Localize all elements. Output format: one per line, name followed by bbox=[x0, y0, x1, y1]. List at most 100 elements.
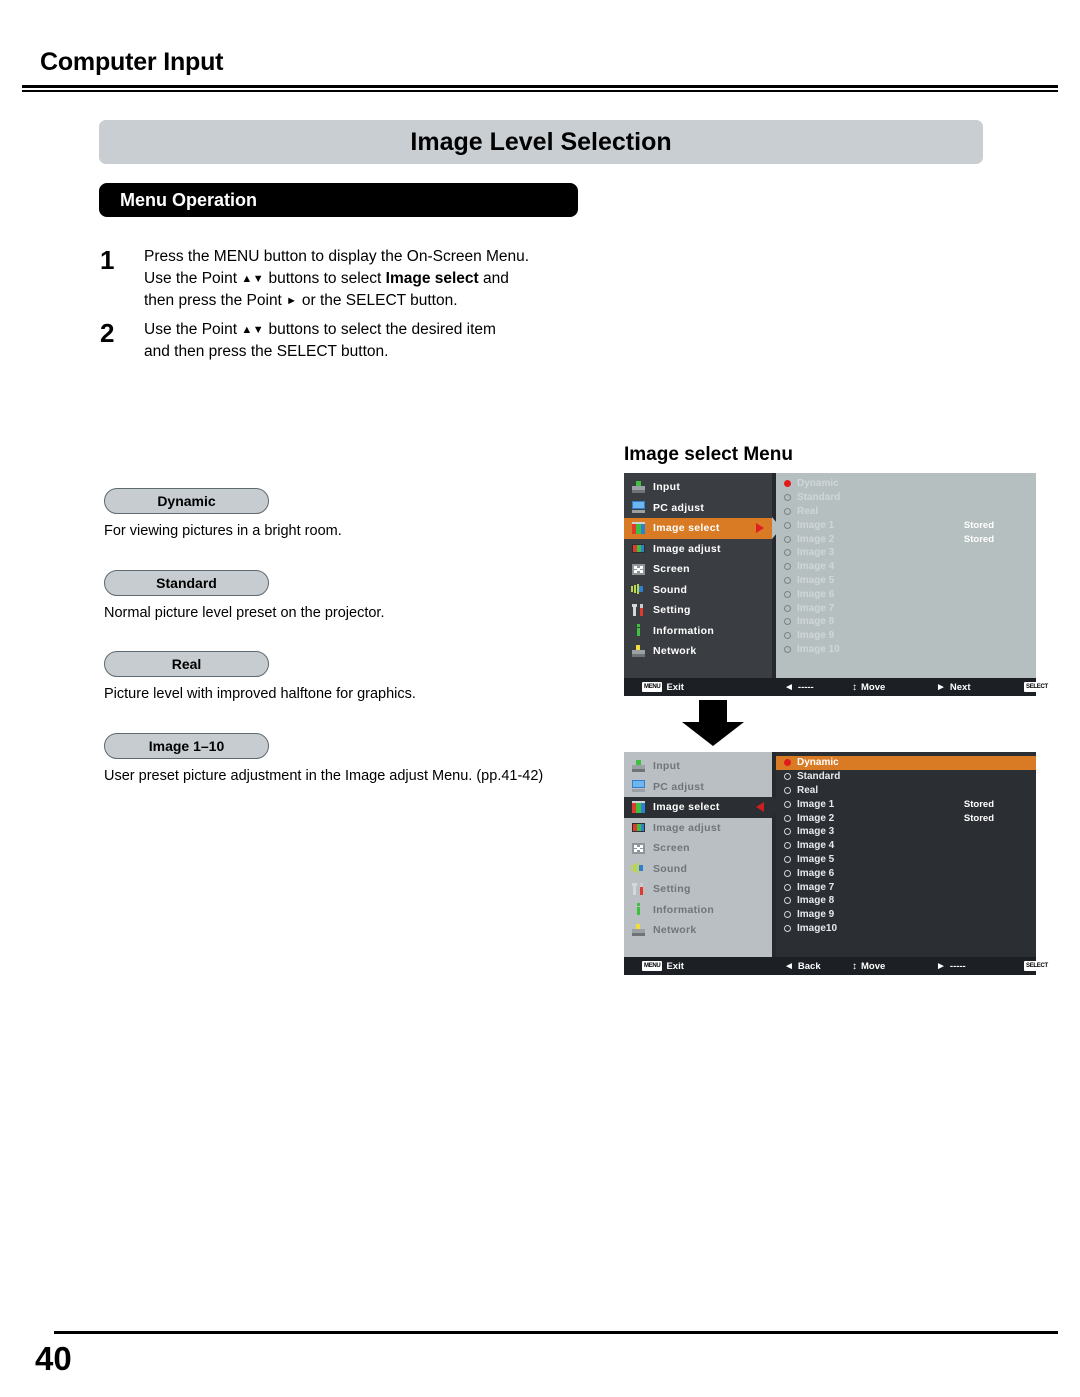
definition-pill-dynamic: Dynamic bbox=[104, 488, 269, 514]
radio-button-icon[interactable] bbox=[784, 759, 791, 767]
radio-button-icon[interactable] bbox=[784, 521, 791, 529]
sidebar-item-pc-adjust[interactable]: PC adjust bbox=[624, 777, 772, 798]
selection-notch bbox=[772, 517, 781, 539]
radio-button-icon[interactable] bbox=[784, 924, 791, 932]
radio-button-icon[interactable] bbox=[784, 855, 791, 863]
radio-button-icon[interactable] bbox=[784, 869, 791, 877]
definition-label: Image 1–10 bbox=[148, 737, 225, 754]
radio-button-icon[interactable] bbox=[784, 535, 791, 543]
definition-description: Picture level with improved halftone for… bbox=[104, 686, 416, 703]
sidebar-item-network[interactable]: Network bbox=[624, 641, 772, 662]
sidebar-item-label: Image select bbox=[653, 522, 720, 535]
sidebar-item-setting[interactable]: Setting bbox=[624, 600, 772, 621]
status-label: Exit bbox=[666, 681, 684, 693]
option-row[interactable]: Image 4 bbox=[776, 560, 1036, 574]
option-label: Image 7 bbox=[797, 602, 835, 614]
osd-sidebar: Input PC adjust Image select Image adjust Sc… bbox=[624, 752, 772, 957]
option-row[interactable]: Image 8 bbox=[776, 615, 1036, 629]
sidebar-item-screen[interactable]: Screen bbox=[624, 559, 772, 580]
right-triangle-icon: ► bbox=[286, 295, 298, 307]
option-row[interactable]: Image 1 Stored bbox=[776, 518, 1036, 532]
step1-line2-post: and bbox=[478, 270, 509, 287]
osd-illustration-heading: Image select Menu bbox=[624, 444, 793, 465]
sidebar-item-label: Image adjust bbox=[653, 821, 721, 834]
option-row[interactable]: Image 10 bbox=[776, 643, 1036, 657]
radio-button-icon[interactable] bbox=[784, 494, 791, 502]
sidebar-item-image-select[interactable]: Image select bbox=[624, 797, 772, 818]
sidebar-item-image-select[interactable]: Image select bbox=[624, 518, 772, 539]
radio-button-icon[interactable] bbox=[784, 911, 791, 919]
sidebar-item-sound[interactable]: Sound bbox=[624, 580, 772, 601]
sidebar-item-information[interactable]: Information bbox=[624, 621, 772, 642]
sidebar-item-image-adjust[interactable]: Image adjust bbox=[624, 818, 772, 839]
step2-line1-post: buttons to select the desired item bbox=[264, 321, 496, 338]
option-row[interactable]: Image 4 bbox=[776, 839, 1036, 853]
radio-button-icon[interactable] bbox=[784, 645, 791, 653]
sidebar-item-label: Sound bbox=[653, 862, 688, 875]
option-row[interactable]: Image 9 bbox=[776, 908, 1036, 922]
option-label: Image 6 bbox=[797, 867, 835, 879]
option-row[interactable]: Image 6 bbox=[776, 587, 1036, 601]
option-row[interactable]: Image 8 bbox=[776, 894, 1036, 908]
option-label: Standard bbox=[797, 771, 841, 783]
radio-button-icon[interactable] bbox=[784, 786, 791, 794]
option-row[interactable]: Image 2 Stored bbox=[776, 811, 1036, 825]
sidebar-item-image-adjust[interactable]: Image adjust bbox=[624, 539, 772, 560]
sidebar-item-screen[interactable]: Screen bbox=[624, 838, 772, 859]
option-row[interactable]: Image 2 Stored bbox=[776, 532, 1036, 546]
radio-button-icon[interactable] bbox=[784, 549, 791, 557]
sidebar-item-network[interactable]: Network bbox=[624, 920, 772, 941]
option-row[interactable]: Dynamic bbox=[776, 756, 1036, 770]
radio-button-icon[interactable] bbox=[784, 618, 791, 626]
radio-button-icon[interactable] bbox=[784, 800, 791, 808]
option-row[interactable]: Image 3 bbox=[776, 546, 1036, 560]
sidebar-item-setting[interactable]: Setting bbox=[624, 879, 772, 900]
radio-button-icon[interactable] bbox=[784, 842, 791, 850]
sidebar-item-input[interactable]: Input bbox=[624, 477, 772, 498]
option-row[interactable]: Image 7 bbox=[776, 601, 1036, 615]
status-hint: ► Next bbox=[936, 682, 971, 693]
option-row[interactable]: Image 6 bbox=[776, 866, 1036, 880]
status-glyph-icon: ► bbox=[936, 960, 946, 972]
radio-button-icon[interactable] bbox=[784, 632, 791, 640]
option-row[interactable]: Standard bbox=[776, 770, 1036, 784]
sidebar-item-pc-adjust[interactable]: PC adjust bbox=[624, 498, 772, 519]
option-row[interactable]: Image 5 bbox=[776, 853, 1036, 867]
radio-button-icon[interactable] bbox=[784, 576, 791, 584]
status-hint: ↕ Move bbox=[852, 961, 885, 972]
subsection-title: Menu Operation bbox=[120, 189, 258, 210]
radio-button-icon[interactable] bbox=[784, 590, 791, 598]
option-row[interactable]: Real bbox=[776, 505, 1036, 519]
radio-button-icon[interactable] bbox=[784, 897, 791, 905]
option-row[interactable]: Image 3 bbox=[776, 825, 1036, 839]
step1-line2-bold: Image select bbox=[385, 270, 479, 287]
radio-button-icon[interactable] bbox=[784, 773, 791, 781]
osd-screenshot-step2: Input PC adjust Image select Image adjust Sc… bbox=[624, 752, 1080, 975]
radio-button-icon[interactable] bbox=[784, 828, 791, 836]
option-label: Image 4 bbox=[797, 561, 835, 573]
option-row[interactable]: Dynamic bbox=[776, 477, 1036, 491]
sidebar-item-input[interactable]: Input bbox=[624, 756, 772, 777]
option-row[interactable]: Image 9 bbox=[776, 629, 1036, 643]
option-row[interactable]: Real bbox=[776, 784, 1036, 798]
option-row[interactable]: Standard bbox=[776, 491, 1036, 505]
option-row[interactable]: Image 1 Stored bbox=[776, 797, 1036, 811]
option-label: Image 1 bbox=[797, 519, 835, 531]
step-item: 2 Use the Point ▲▼ buttons to select the… bbox=[100, 319, 600, 363]
option-row[interactable]: Image10 bbox=[776, 922, 1036, 936]
radio-button-icon[interactable] bbox=[784, 883, 791, 891]
sidebar-item-information[interactable]: Information bbox=[624, 900, 772, 921]
option-row[interactable]: Image 5 bbox=[776, 574, 1036, 588]
radio-button-icon[interactable] bbox=[784, 563, 791, 571]
subsection-bar: Menu Operation bbox=[99, 183, 578, 217]
option-label: Real bbox=[797, 784, 819, 796]
radio-button-icon[interactable] bbox=[784, 480, 791, 488]
option-row[interactable]: Image 7 bbox=[776, 880, 1036, 894]
radio-button-icon[interactable] bbox=[784, 814, 791, 822]
sidebar-item-sound[interactable]: Sound bbox=[624, 859, 772, 880]
radio-button-icon[interactable] bbox=[784, 604, 791, 612]
option-label: Image 3 bbox=[797, 826, 835, 838]
status-label: ----- bbox=[949, 960, 966, 972]
step-text: Press the MENU button to display the On-… bbox=[144, 246, 529, 312]
radio-button-icon[interactable] bbox=[784, 507, 791, 515]
